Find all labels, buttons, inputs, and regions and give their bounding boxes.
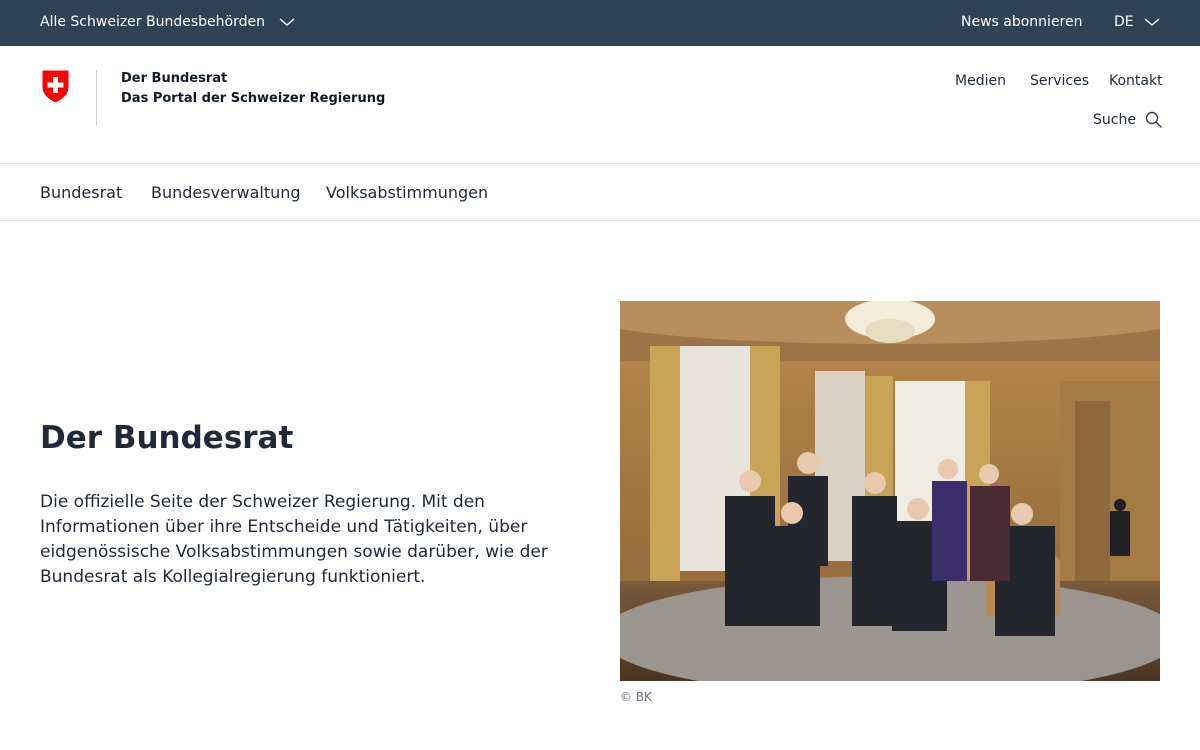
- search-icon: [1145, 111, 1162, 128]
- brand-title[interactable]: Der Bundesrat: [121, 69, 227, 89]
- brand-subtitle[interactable]: Das Portal der Schweizer Regierung: [121, 89, 385, 109]
- search-button[interactable]: Suche: [1093, 111, 1163, 129]
- search-label: Suche: [1093, 112, 1136, 128]
- utility-nav-services[interactable]: Services: [1030, 73, 1089, 89]
- utility-nav-media[interactable]: Medien: [955, 73, 1006, 89]
- image-credit: © BK: [620, 690, 652, 704]
- federal-council-group-photo: [620, 301, 1160, 681]
- news-subscribe-link[interactable]: News abonnieren: [961, 14, 1083, 30]
- language-selector[interactable]: DE: [1114, 14, 1160, 30]
- page-title: Der Bundesrat: [40, 420, 294, 456]
- swiss-coat-of-arms-logo[interactable]: [40, 69, 71, 104]
- top-bar: Alle Schweizer Bundesbehörden News abonn…: [0, 0, 1200, 46]
- main-nav-bundesverwaltung[interactable]: Bundesverwaltung: [151, 183, 301, 202]
- chevron-down-icon: [279, 18, 295, 26]
- utility-nav-contact[interactable]: Kontakt: [1109, 73, 1163, 89]
- all-authorities-label: Alle Schweizer Bundesbehörden: [40, 14, 265, 30]
- hero-description: Die offizielle Seite der Schweizer Regie…: [40, 492, 548, 587]
- main-nav: Bundesrat Bundesverwaltung Volksabstimmu…: [0, 164, 1200, 221]
- main-nav-volksabstimmungen[interactable]: Volksabstimmungen: [326, 183, 488, 202]
- all-authorities-dropdown[interactable]: Alle Schweizer Bundesbehörden: [40, 14, 295, 30]
- logo-divider: [96, 70, 97, 126]
- chevron-down-icon: [1144, 18, 1160, 26]
- site-header: Der Bundesrat Das Portal der Schweizer R…: [0, 46, 1200, 164]
- language-label: DE: [1114, 14, 1134, 30]
- main-nav-bundesrat[interactable]: Bundesrat: [40, 183, 122, 202]
